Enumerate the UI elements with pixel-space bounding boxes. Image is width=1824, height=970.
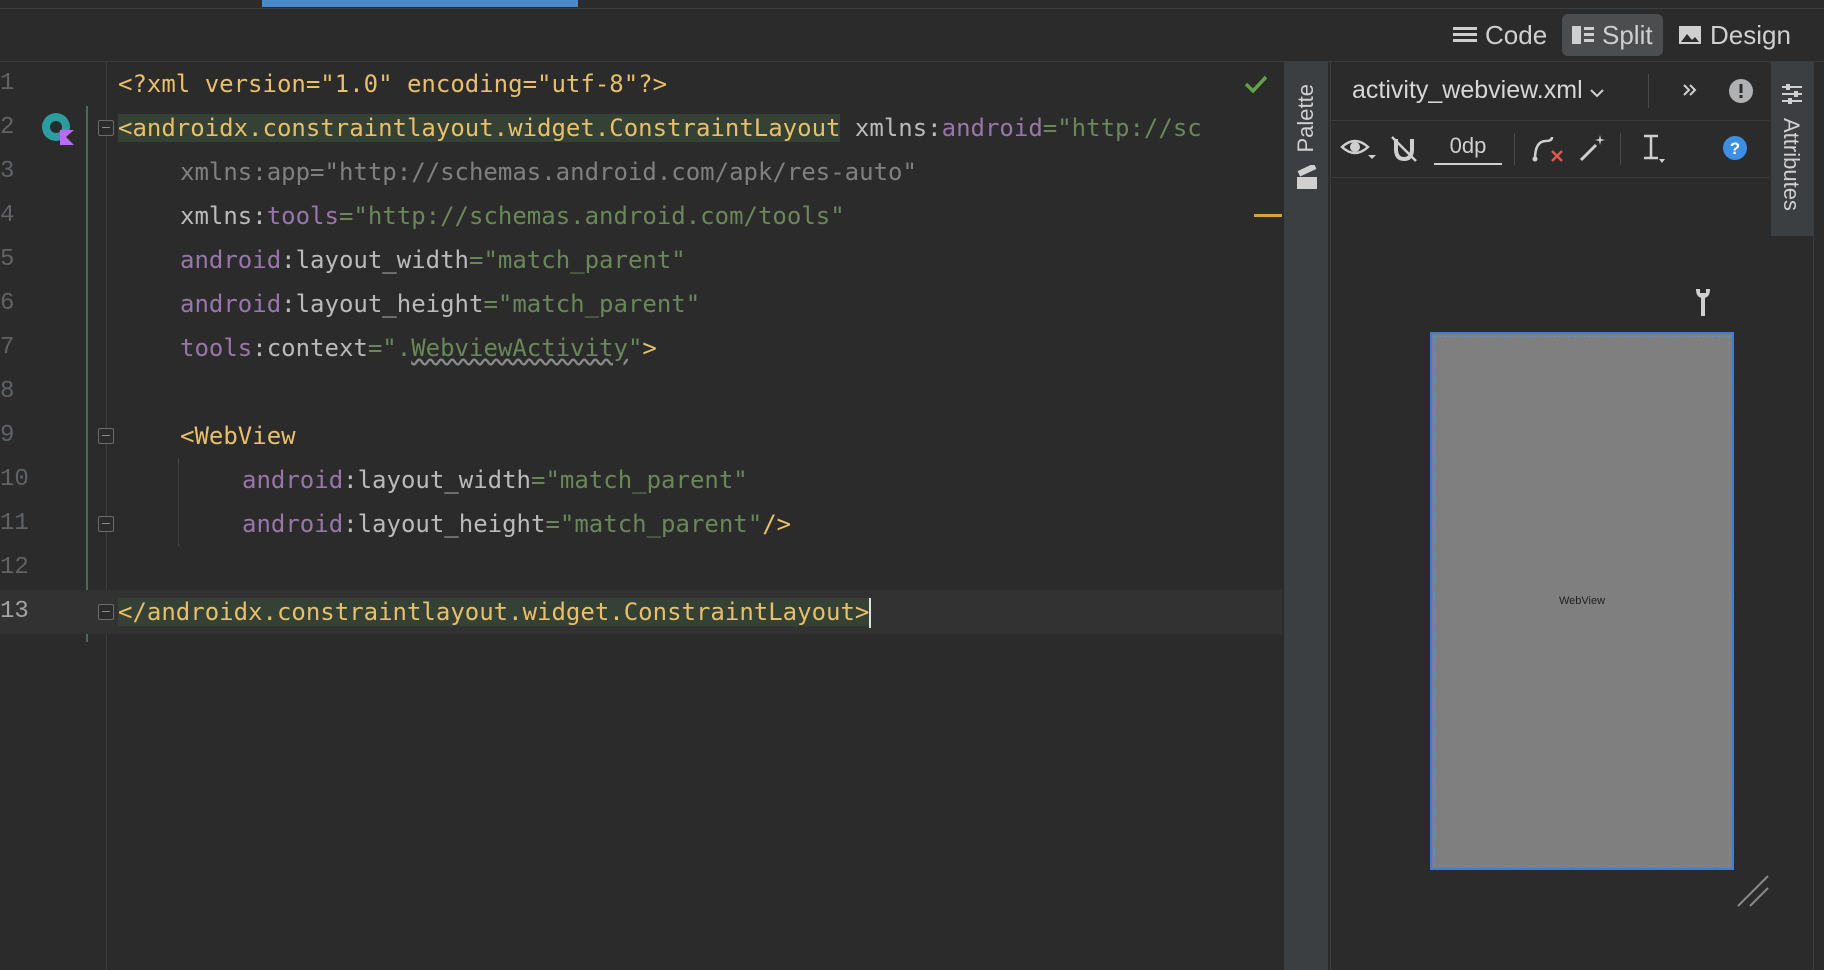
palette-tab[interactable]: Palette [1293,84,1319,153]
fold-marker[interactable] [98,604,114,620]
line-number: 7 [0,334,15,361]
right-edge-panel [1813,62,1824,970]
device-preview[interactable]: WebView [1430,332,1734,870]
split-view-label: Split [1602,19,1653,50]
line-number: 13 [0,598,29,625]
palette-tool-strip [1283,62,1328,970]
guidelines-icon[interactable] [1640,133,1672,165]
divider [1620,133,1621,165]
code-text: android:layout_height="match_parent" [180,290,701,318]
more-chevrons-icon[interactable] [1682,82,1698,98]
fold-marker[interactable] [98,516,114,532]
code-text: xmlns:app="http://schemas.android.com/ap… [180,158,917,186]
code-text: <WebView [180,422,296,450]
code-text: android:layout_width="match_parent" [180,246,686,274]
palette-label: Palette [1293,84,1318,153]
code-view-label: Code [1485,19,1548,50]
divider [1648,74,1649,108]
code-line-5: 5 android:layout_width="match_parent" [0,238,1282,282]
image-icon [1679,26,1701,44]
code-line-7: 7 tools:context=".WebviewActivity"> [0,326,1282,370]
view-mode-bar: Code Split Design [0,9,1824,62]
code-editor[interactable]: 1 <?xml version="1.0" encoding="utf-8"?>… [0,62,1282,970]
code-line-4: 4 xmlns:tools="http://schemas.android.co… [0,194,1282,238]
code-text: <androidx.constraintlayout.widget.Constr… [118,114,1202,142]
code-text: </androidx.constraintlayout.widget.Const… [118,598,872,628]
code-line-13: 13 </androidx.constraintlayout.widget.Co… [0,590,1282,634]
eye-icon[interactable] [1340,135,1376,163]
split-icon [1572,26,1594,44]
magnet-off-icon[interactable] [1390,135,1418,163]
palette-icon[interactable] [1295,165,1319,191]
kotlin-activity-icon[interactable] [40,112,76,146]
design-view-label: Design [1710,19,1791,50]
xml-declaration: <?xml version="1.0" encoding="utf-8"?> [118,70,668,98]
split-view-button[interactable]: Split [1562,14,1663,56]
line-number: 8 [0,378,15,405]
line-number: 1 [0,70,15,97]
chevron-down-icon [1589,89,1604,98]
code-line-8: 8 [0,370,1282,414]
divider [1514,133,1515,165]
code-line-12: 12 [0,546,1282,590]
code-line-3: 3 xmlns:app="http://schemas.android.com/… [0,150,1282,194]
line-number: 11 [0,510,29,537]
text-caret [869,598,872,628]
code-line-9: 9 <WebView [0,414,1282,458]
code-view-button[interactable]: Code [1443,14,1557,56]
line-number: 2 [0,114,15,141]
design-view-button[interactable]: Design [1668,14,1801,56]
line-number: 12 [0,554,29,581]
infer-constraints-wand-icon[interactable] [1578,133,1608,163]
line-number: 10 [0,466,29,493]
fold-marker[interactable] [98,428,114,444]
code-line-2: 2 <androidx.constraintlayout.widget.Cons… [0,106,1282,150]
layout-file-dropdown[interactable]: activity_webview.xml [1352,76,1604,105]
code-text: android:layout_height="match_parent"/> [242,510,792,538]
fold-marker[interactable] [98,120,114,136]
default-margin-value: 0dp [1449,133,1487,158]
attributes-tab[interactable]: Attributes [1778,118,1804,211]
code-line-11: 11 android:layout_height="match_parent"/… [0,502,1282,546]
wrench-icon[interactable] [1692,286,1714,318]
design-toolbar: 0dp ? [1330,121,1770,178]
line-number: 3 [0,158,15,185]
svg-text:?: ? [1730,139,1740,158]
attributes-label: Attributes [1779,118,1804,211]
code-text: xmlns:tools="http://schemas.android.com/… [180,202,845,230]
resize-handle-icon[interactable] [1736,874,1770,908]
line-number: 6 [0,290,15,317]
line-number: 5 [0,246,15,273]
code-line-10: 10 android:layout_width="match_parent" [0,458,1282,502]
attributes-icon[interactable] [1780,82,1804,106]
design-file-header: activity_webview.xml [1330,62,1770,121]
webview-preview-label: WebView [1558,595,1606,607]
line-number: 4 [0,202,15,229]
help-icon[interactable]: ? [1722,135,1748,161]
code-line-1: 1 <?xml version="1.0" encoding="utf-8"?> [0,62,1282,106]
warning-icon[interactable] [1728,78,1754,104]
check-icon [1244,75,1268,93]
warning-stripe-marker[interactable] [1254,214,1282,217]
active-tab-indicator [262,0,578,7]
code-icon [1453,27,1477,42]
code-text: tools:context=".WebviewActivity"> [180,334,657,362]
code-line-6: 6 android:layout_height="match_parent" [0,282,1282,326]
default-margin-field[interactable]: 0dp [1434,133,1502,165]
line-number: 9 [0,422,15,449]
code-text: android:layout_width="match_parent" [242,466,748,494]
clear-constraints-icon[interactable] [1532,135,1564,163]
layout-file-name: activity_webview.xml [1352,76,1583,104]
